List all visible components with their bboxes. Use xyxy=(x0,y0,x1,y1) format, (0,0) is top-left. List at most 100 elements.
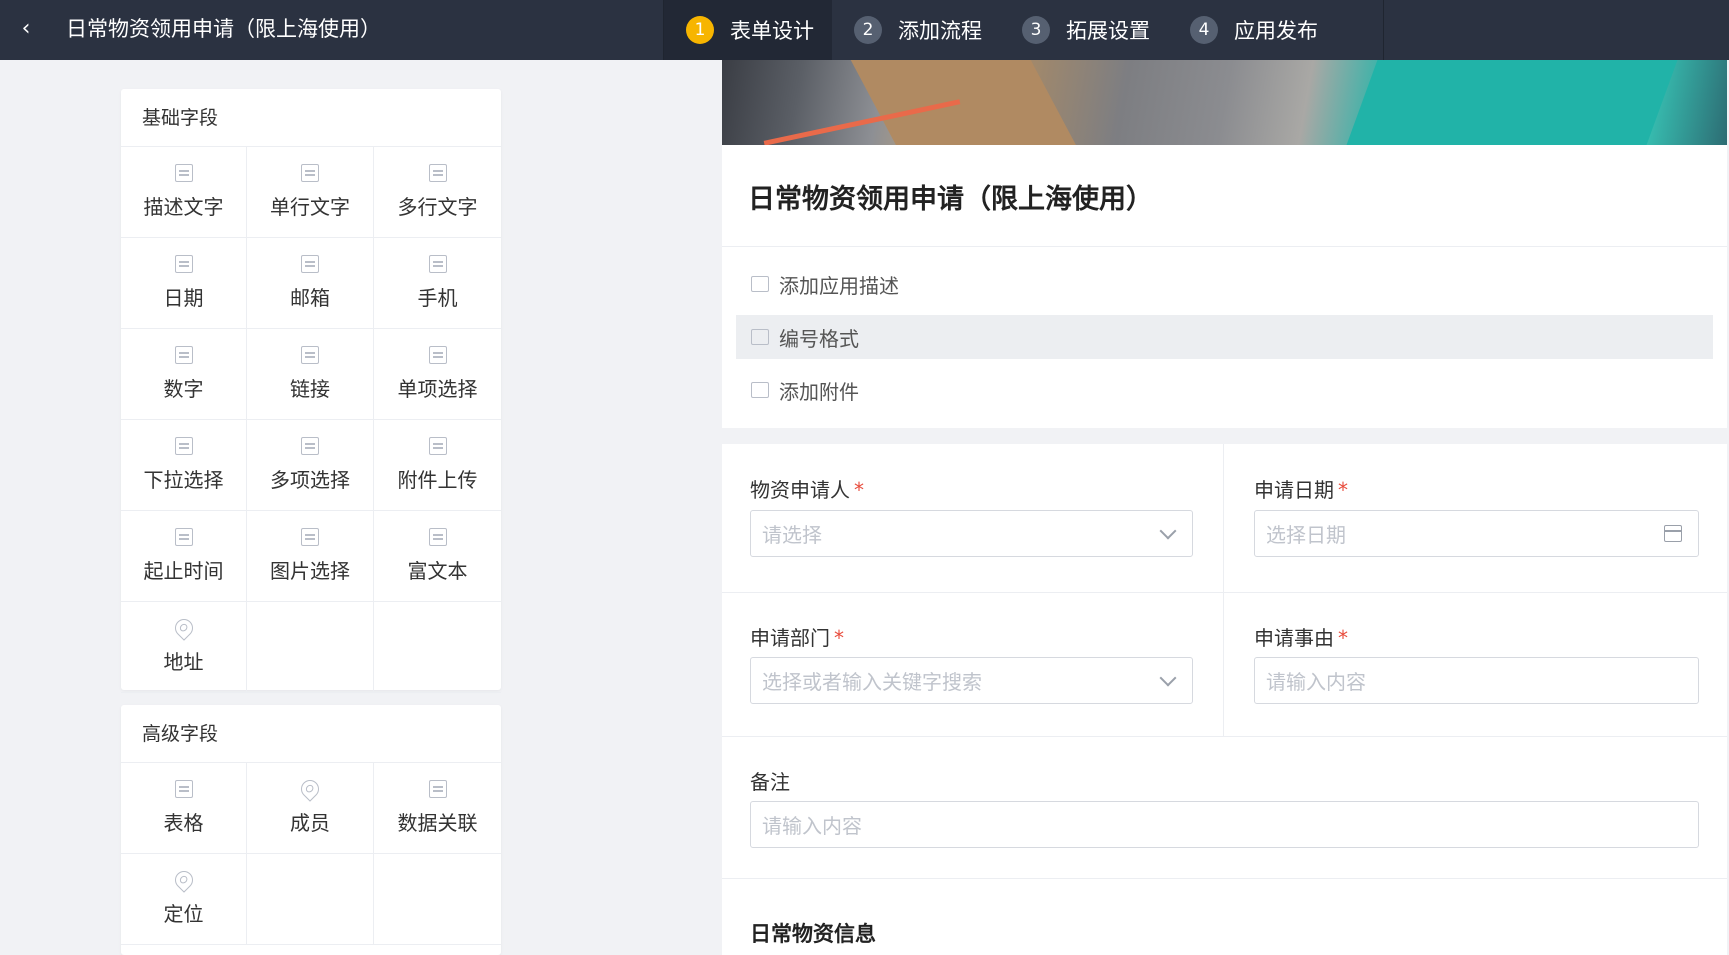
step-nav: 1 表单设计 2 添加流程 3 拓展设置 4 应用发布 xyxy=(663,0,1384,60)
field-type-rich-text[interactable]: 富文本 xyxy=(374,511,501,602)
field-type-label: 日期 xyxy=(163,286,204,310)
banner-notebook-shape xyxy=(845,60,1079,145)
image-icon xyxy=(301,528,319,546)
field-type-attachment[interactable]: 附件上传 xyxy=(374,420,501,511)
form-title[interactable]: 日常物资领用申请（限上海使用） xyxy=(748,177,1153,216)
calendar-icon xyxy=(1664,525,1682,542)
attachment-icon xyxy=(428,437,447,455)
field-type-phone[interactable]: 手机 xyxy=(374,238,501,329)
time-range-icon xyxy=(174,528,193,546)
banner-teal-shape xyxy=(1346,60,1678,145)
field-type-label: 多行文字 xyxy=(397,195,478,219)
reason-input[interactable]: 请输入内容 xyxy=(1254,657,1699,704)
step-extend-settings[interactable]: 3 拓展设置 xyxy=(1000,0,1168,60)
remark-placeholder: 请输入内容 xyxy=(762,814,862,838)
field-type-time-range[interactable]: 起止时间 xyxy=(121,511,247,602)
comment-icon xyxy=(751,276,769,292)
number-format-icon xyxy=(751,329,769,345)
department-select[interactable]: 选择或者输入关键字搜索 xyxy=(750,657,1193,704)
dropdown-icon xyxy=(174,437,193,455)
divider xyxy=(1223,444,1224,736)
field-type-label: 手机 xyxy=(417,286,458,310)
empty-cell xyxy=(374,602,501,693)
field-type-location-pin[interactable]: 定位 xyxy=(121,854,247,945)
checkbox-icon xyxy=(301,437,319,455)
department-placeholder: 选择或者输入关键字搜索 xyxy=(762,670,982,694)
step-number: 2 xyxy=(854,16,882,44)
top-bar: ‹ 日常物资领用申请（限上海使用） 1 表单设计 2 添加流程 3 拓展设置 4… xyxy=(0,0,1729,60)
reason-placeholder: 请输入内容 xyxy=(1266,670,1366,694)
field-type-label: 下拉选择 xyxy=(143,468,224,492)
calendar-icon xyxy=(174,255,193,273)
option-label: 添加应用描述 xyxy=(779,273,899,298)
form-banner-image[interactable] xyxy=(722,60,1727,145)
basic-fields-title: 基础字段 xyxy=(121,89,501,147)
remark-input[interactable]: 请输入内容 xyxy=(750,801,1699,848)
field-type-label: 地址 xyxy=(163,650,204,674)
empty-cell xyxy=(374,854,501,945)
radio-icon xyxy=(428,346,447,364)
field-type-description[interactable]: 描述文字 xyxy=(121,147,247,238)
step-form-design[interactable]: 1 表单设计 xyxy=(664,0,832,60)
required-mark: * xyxy=(854,478,864,502)
date-placeholder: 选择日期 xyxy=(1266,523,1346,547)
step-label: 添加流程 xyxy=(898,19,982,43)
date-label-text: 申请日期 xyxy=(1254,478,1334,502)
field-type-dropdown[interactable]: 下拉选择 xyxy=(121,420,247,511)
chevron-down-icon xyxy=(1159,669,1177,686)
field-type-label: 描述文字 xyxy=(143,195,224,219)
field-type-checkbox[interactable]: 多项选择 xyxy=(247,420,374,511)
rich-text-icon xyxy=(428,528,447,546)
empty-cell xyxy=(247,854,374,945)
field-type-label: 起止时间 xyxy=(143,559,224,583)
field-type-label: 链接 xyxy=(290,377,330,401)
section-title-daily-supplies: 日常物资信息 xyxy=(750,922,876,946)
field-type-number[interactable]: 数字 xyxy=(121,329,247,420)
step-publish[interactable]: 4 应用发布 xyxy=(1168,0,1336,60)
field-type-label: 附件上传 xyxy=(397,468,478,492)
field-type-location-pin[interactable]: 地址 xyxy=(121,602,247,693)
applicant-select[interactable]: 请选择 xyxy=(750,510,1193,557)
required-mark: * xyxy=(1338,626,1348,650)
step-label: 表单设计 xyxy=(730,19,814,43)
number-format-option[interactable]: 编号格式 xyxy=(736,315,1713,359)
chevron-left-icon: ‹ xyxy=(21,16,31,41)
app-title: 日常物资领用申请（限上海使用） xyxy=(66,17,381,41)
table-icon xyxy=(174,780,193,798)
field-type-image[interactable]: 图片选择 xyxy=(247,511,374,602)
add-attachment-option[interactable]: 添加附件 xyxy=(736,368,1713,412)
remark-label: 备注 xyxy=(750,770,790,794)
field-type-multi-line-text[interactable]: 多行文字 xyxy=(374,147,501,238)
applicant-label: 物资申请人 * xyxy=(750,474,864,503)
number-icon xyxy=(174,346,193,364)
multi-line-text-icon xyxy=(428,164,447,182)
applicant-label-text: 物资申请人 xyxy=(750,478,850,502)
advanced-fields-title: 高级字段 xyxy=(121,705,501,763)
field-type-member[interactable]: 成员 xyxy=(247,763,374,854)
applicant-placeholder: 请选择 xyxy=(762,523,822,547)
field-type-single-line-text[interactable]: 单行文字 xyxy=(247,147,374,238)
member-icon xyxy=(297,776,323,802)
divider xyxy=(722,736,1727,737)
option-label: 编号格式 xyxy=(779,326,859,351)
field-type-calendar[interactable]: 日期 xyxy=(121,238,247,329)
field-type-label: 定位 xyxy=(163,902,204,926)
step-number: 1 xyxy=(686,16,714,44)
add-app-description[interactable]: 添加应用描述 xyxy=(736,262,1713,306)
single-line-text-icon xyxy=(301,164,319,182)
date-picker[interactable]: 选择日期 xyxy=(1254,510,1699,557)
divider xyxy=(722,246,1727,247)
reason-label: 申请事由 * xyxy=(1254,622,1348,651)
email-icon xyxy=(301,255,319,273)
field-type-email[interactable]: 邮箱 xyxy=(247,238,374,329)
field-type-radio[interactable]: 单项选择 xyxy=(374,329,501,420)
field-type-data-link[interactable]: 数据关联 xyxy=(374,763,501,854)
back-button[interactable]: ‹ xyxy=(12,14,40,44)
field-type-label: 邮箱 xyxy=(290,286,330,310)
field-type-label: 富文本 xyxy=(407,559,468,583)
required-mark: * xyxy=(1338,478,1348,502)
field-type-link[interactable]: 链接 xyxy=(247,329,374,420)
step-add-flow[interactable]: 2 添加流程 xyxy=(832,0,1000,60)
field-type-table[interactable]: 表格 xyxy=(121,763,247,854)
location-pin-icon xyxy=(170,615,197,641)
